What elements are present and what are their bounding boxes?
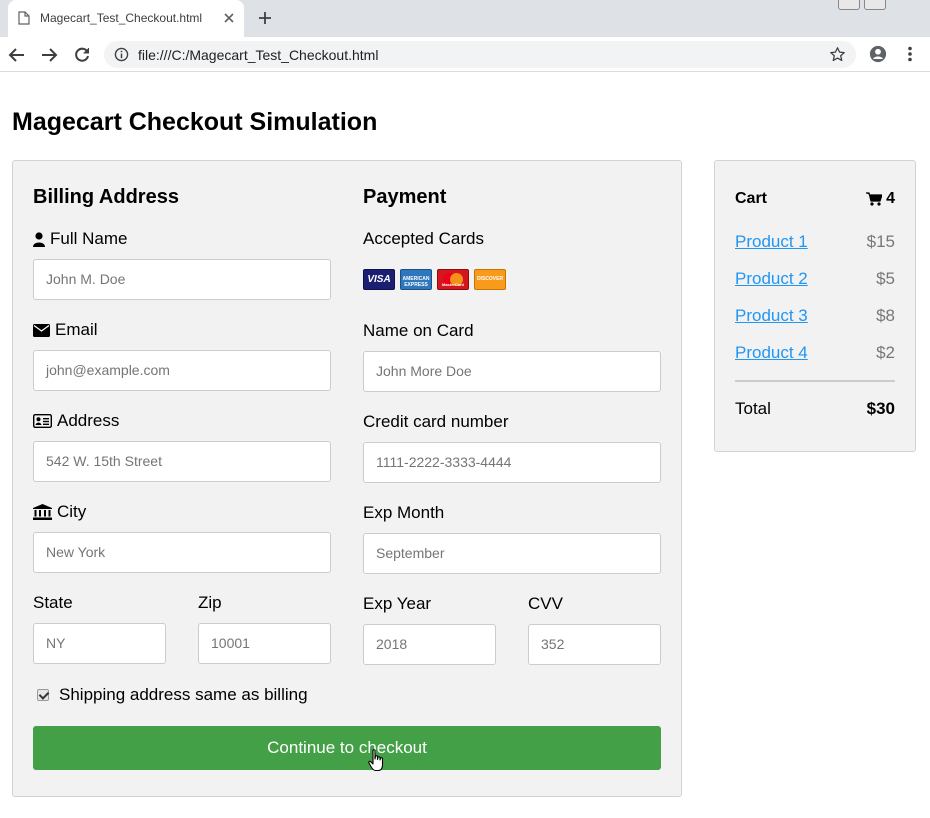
address-label: Address xyxy=(33,411,119,431)
browser-tab[interactable]: Magecart_Test_Checkout.html xyxy=(8,0,244,37)
close-tab-icon[interactable] xyxy=(222,11,236,25)
full-name-input[interactable]: John M. Doe xyxy=(33,259,331,300)
city-label: City xyxy=(33,502,86,522)
cart-count: 4 xyxy=(866,190,895,208)
cart-item-link[interactable]: Product 3 xyxy=(735,306,808,326)
institution-icon xyxy=(33,504,52,520)
exp-year-label: Exp Year xyxy=(363,594,432,613)
email-label: Email xyxy=(33,320,98,340)
url-text[interactable]: file:///C:/Magecart_Test_Checkout.html xyxy=(138,47,378,63)
cart-item-price: $15 xyxy=(866,232,895,251)
cart-item-price: $2 xyxy=(876,343,895,362)
billing-heading: Billing Address xyxy=(33,186,179,208)
reload-icon[interactable] xyxy=(73,46,91,64)
cart-item-link[interactable]: Product 1 xyxy=(735,232,808,252)
address-input[interactable]: 542 W. 15th Street xyxy=(33,441,331,482)
user-icon xyxy=(33,231,45,247)
address-bar[interactable]: file:///C:/Magecart_Test_Checkout.html xyxy=(104,41,856,68)
amex-card-icon: AMERICAN EXPRESS xyxy=(400,269,432,290)
exp-year-input[interactable]: 2018 xyxy=(363,624,496,665)
accepted-cards-label: Accepted Cards xyxy=(363,229,484,248)
email-input[interactable]: john@example.com xyxy=(33,350,331,391)
cart-title: Cart xyxy=(735,190,768,207)
tab-title: Magecart_Test_Checkout.html xyxy=(40,11,203,25)
document-icon xyxy=(18,11,30,25)
cart-divider xyxy=(735,380,895,382)
exp-month-label: Exp Month xyxy=(363,503,445,522)
accepted-cards: VISA AMERICAN EXPRESS MasterCard DISCOVE… xyxy=(363,269,506,290)
exp-month-input[interactable]: September xyxy=(363,533,661,574)
city-input[interactable]: New York xyxy=(33,532,331,573)
new-tab-icon[interactable] xyxy=(257,10,273,26)
continue-to-checkout-button[interactable]: Continue to checkout xyxy=(33,726,661,770)
more-menu-icon[interactable] xyxy=(905,46,915,62)
shipping-same-row[interactable]: Shipping address same as billing xyxy=(37,685,308,705)
card-number-input[interactable]: 1111-2222-3333-4444 xyxy=(363,442,661,483)
forward-arrow-icon[interactable] xyxy=(40,46,58,64)
back-arrow-icon[interactable] xyxy=(8,46,26,64)
shipping-same-label: Shipping address same as billing xyxy=(59,685,308,704)
full-name-label: Full Name xyxy=(33,229,127,249)
cvv-input[interactable]: 352 xyxy=(528,624,661,665)
state-label: State xyxy=(33,593,73,612)
profile-icon[interactable] xyxy=(869,45,887,63)
info-icon[interactable] xyxy=(114,47,129,62)
discover-card-icon: DISCOVER xyxy=(474,269,506,290)
cart-total-label: Total xyxy=(735,399,771,418)
mastercard-card-icon: MasterCard xyxy=(437,269,469,290)
payment-heading: Payment xyxy=(363,186,447,208)
cart-item-price: $5 xyxy=(876,269,895,288)
shopping-cart-icon xyxy=(866,192,883,206)
state-input[interactable]: NY xyxy=(33,623,166,664)
browser-toolbar: file:///C:/Magecart_Test_Checkout.html xyxy=(0,37,930,72)
tab-bar: Magecart_Test_Checkout.html xyxy=(0,0,930,37)
hand-cursor-icon xyxy=(368,749,384,772)
name-on-card-input[interactable]: John More Doe xyxy=(363,351,661,392)
cart-item-price: $8 xyxy=(876,306,895,325)
minimize-button[interactable] xyxy=(838,0,860,10)
envelope-icon xyxy=(33,323,50,337)
cart-item-link[interactable]: Product 2 xyxy=(735,269,808,289)
restore-button[interactable] xyxy=(864,0,886,10)
cvv-label: CVV xyxy=(528,594,563,613)
cart-count-value: 4 xyxy=(886,190,895,207)
bookmark-star-icon[interactable] xyxy=(829,46,846,63)
checkout-form: Billing Address Full Name John M. Doe Em… xyxy=(12,160,682,797)
zip-label: Zip xyxy=(198,593,222,612)
name-on-card-label: Name on Card xyxy=(363,321,474,340)
shipping-same-checkbox[interactable] xyxy=(37,689,49,701)
cart-panel: Cart 4 Product 1 $15 Product 2 $5 Produc… xyxy=(714,160,916,452)
cart-total-value: $30 xyxy=(866,399,895,418)
cart-item-link[interactable]: Product 4 xyxy=(735,343,808,363)
zip-input[interactable]: 10001 xyxy=(198,623,331,664)
card-number-label: Credit card number xyxy=(363,412,509,431)
address-card-icon xyxy=(33,414,52,428)
page-title: Magecart Checkout Simulation xyxy=(12,108,378,136)
visa-card-icon: VISA xyxy=(363,269,395,290)
